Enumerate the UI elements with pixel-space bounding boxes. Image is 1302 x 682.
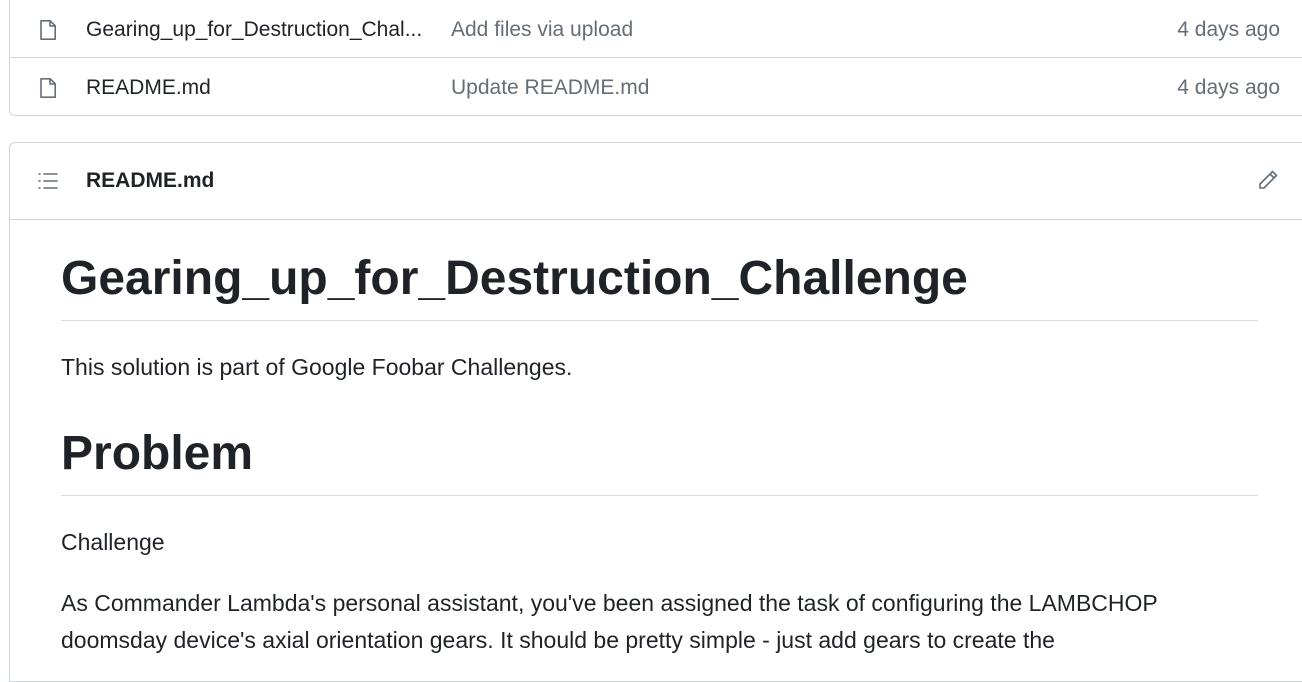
file-icon bbox=[36, 76, 60, 100]
commit-age: 4 days ago bbox=[1177, 76, 1280, 99]
file-name-link[interactable]: README.md bbox=[86, 75, 426, 101]
list-unordered-icon[interactable] bbox=[36, 169, 60, 193]
commit-message-link[interactable]: Add files via upload bbox=[451, 17, 633, 43]
readme-title: README.md bbox=[86, 169, 215, 192]
readme-heading: Gearing_up_for_Destruction_Challenge bbox=[61, 250, 1258, 321]
challenge-label: Challenge bbox=[61, 529, 165, 555]
file-row[interactable]: README.md Update README.md 4 days ago bbox=[10, 58, 1302, 116]
pencil-icon[interactable] bbox=[1256, 168, 1280, 192]
file-name-link[interactable]: Gearing_up_for_Destruction_Chal... bbox=[86, 17, 426, 43]
file-row[interactable]: Gearing_up_for_Destruction_Chal... Add f… bbox=[10, 0, 1302, 58]
description-line: doomsday device's axial orientation gear… bbox=[61, 627, 1055, 653]
problem-heading: Problem bbox=[61, 425, 1258, 496]
file-icon bbox=[36, 18, 60, 42]
readme-header: README.md bbox=[10, 143, 1302, 220]
file-list: Gearing_up_for_Destruction_Chal... Add f… bbox=[9, 0, 1302, 116]
readme-content: Gearing_up_for_Destruction_Challenge Thi… bbox=[61, 220, 1258, 659]
readme-panel: README.md Gearing_up_for_Destruction_Cha… bbox=[9, 142, 1302, 682]
description-line: As Commander Lambda's personal assistant… bbox=[61, 590, 1158, 616]
readme-intro: This solution is part of Google Foobar C… bbox=[61, 354, 573, 380]
commit-age: 4 days ago bbox=[1177, 18, 1280, 41]
commit-message-link[interactable]: Update README.md bbox=[451, 75, 649, 101]
